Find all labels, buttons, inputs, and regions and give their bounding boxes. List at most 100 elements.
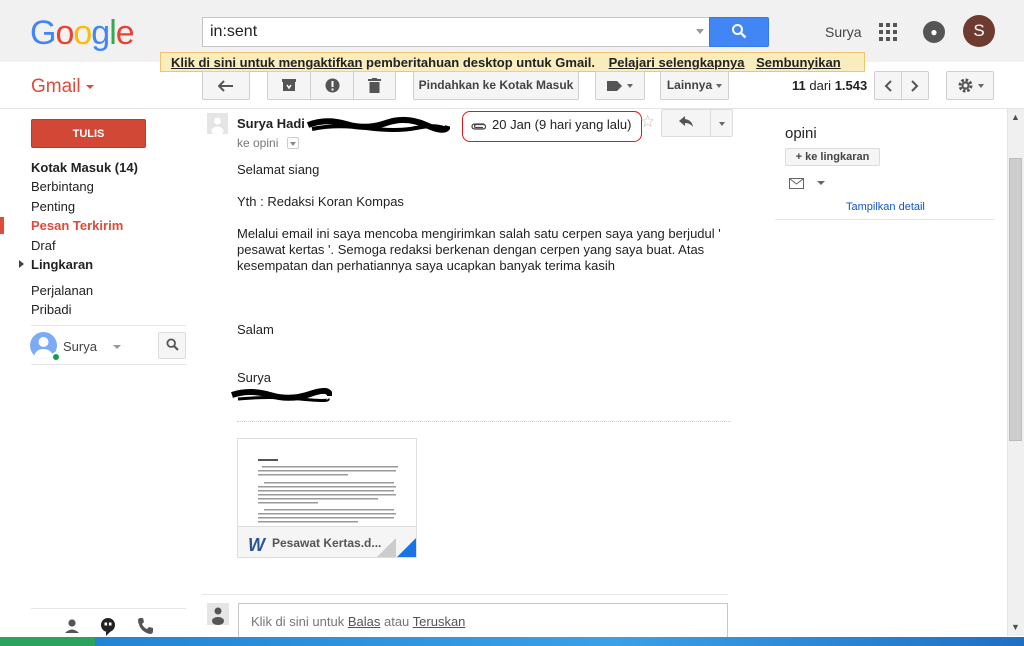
- search-button[interactable]: [709, 17, 769, 47]
- learn-more-link[interactable]: Pelajari selengkapnya: [609, 55, 745, 70]
- compose-button[interactable]: TULIS: [31, 119, 146, 148]
- pager-total: 1.543: [834, 78, 868, 93]
- gmail-switcher[interactable]: Gmail: [31, 76, 81, 98]
- scrollbar-thumb[interactable]: [1009, 158, 1022, 441]
- attachment-blue-corner: [396, 538, 416, 557]
- account-name[interactable]: Surya: [825, 24, 862, 40]
- body-greeting: Selamat siang: [237, 162, 320, 177]
- attachment-footer: W Pesawat Kertas.d...: [238, 526, 416, 557]
- hangout-search-button[interactable]: [158, 332, 186, 359]
- sidebar-item-travel[interactable]: Perjalanan: [31, 283, 93, 298]
- newer-button[interactable]: [874, 71, 902, 100]
- body-signature: Surya: [237, 370, 271, 385]
- pager-current: 11: [792, 78, 806, 93]
- reply-arrow-icon: [678, 115, 693, 127]
- search-box: [202, 17, 710, 47]
- reply-link[interactable]: Balas: [348, 614, 381, 629]
- trash-icon: [368, 78, 381, 94]
- message-date: 20 Jan (9 hari yang lalu): [462, 111, 642, 142]
- search-options-caret-icon[interactable]: [696, 29, 704, 34]
- envelope-icon[interactable]: [789, 178, 804, 189]
- sender-avatar: [207, 113, 228, 136]
- contact-name: opini: [785, 125, 817, 142]
- os-taskbar-start: [0, 637, 95, 646]
- show-details-toggle[interactable]: [287, 137, 299, 149]
- star-icon[interactable]: ☆: [640, 112, 655, 132]
- sidebar-item-drafts[interactable]: Draf: [31, 238, 56, 253]
- reply-prompt-box[interactable]: Klik di sini untuk Balas atau Teruskan: [238, 603, 728, 637]
- pager-of: dari: [809, 78, 832, 93]
- chevron-left-icon: [884, 80, 892, 92]
- search-icon: [732, 23, 747, 38]
- report-spam-icon: [325, 78, 339, 93]
- attachment-card[interactable]: W Pesawat Kertas.d...: [237, 438, 417, 558]
- forward-link[interactable]: Teruskan: [413, 614, 466, 629]
- body-recipient-line: Yth : Redaksi Koran Kompas: [237, 194, 404, 209]
- sidebar-divider: [31, 325, 186, 326]
- delete-button[interactable]: [353, 71, 396, 100]
- sidebar-item-inbox[interactable]: Kotak Masuk (14): [31, 160, 138, 175]
- sidebar-item-personal[interactable]: Pribadi: [31, 302, 71, 317]
- report-spam-button[interactable]: [310, 71, 354, 100]
- hangout-user-name[interactable]: Surya: [63, 339, 97, 354]
- recipients-line: ke opini: [237, 136, 279, 150]
- scroll-down-arrow-icon[interactable]: ▼: [1007, 619, 1024, 636]
- back-arrow-icon: [217, 80, 233, 92]
- recipients-caret-icon: [290, 141, 296, 146]
- sidebar-item-important[interactable]: Penting: [31, 199, 75, 214]
- reply-middle: atau: [380, 614, 413, 629]
- more-label: Lainnya: [666, 78, 713, 92]
- back-button[interactable]: [202, 71, 250, 100]
- reply-more-button[interactable]: [710, 109, 733, 137]
- labels-button[interactable]: [595, 71, 645, 100]
- move-to-inbox-button[interactable]: Pindahkan ke Kotak Masuk: [413, 71, 579, 100]
- hangouts-quote-icon[interactable]: [96, 614, 120, 638]
- reply-avatar: [207, 603, 229, 625]
- attachment-filename: Pesawat Kertas.d...: [272, 536, 382, 550]
- archive-button[interactable]: [267, 71, 311, 100]
- expand-circles-icon[interactable]: [19, 260, 24, 268]
- show-details-link[interactable]: Tampilkan detail: [846, 201, 925, 213]
- pagination-text: 11 dari 1.543: [792, 78, 867, 93]
- toolbar-divider: [0, 108, 1024, 109]
- contacts-person-icon[interactable]: [60, 614, 84, 638]
- reply-more-caret-icon: [718, 121, 725, 126]
- gear-icon: [958, 78, 972, 93]
- body-closing: Salam: [237, 322, 274, 337]
- enable-notifications-link[interactable]: Klik di sini untuk mengaktifkan: [171, 55, 362, 70]
- body-paragraph: Melalui email ini saya mencoba mengirimk…: [237, 226, 721, 273]
- reply-button[interactable]: [661, 109, 711, 137]
- search-input[interactable]: [203, 18, 710, 46]
- more-caret-icon: [716, 83, 723, 88]
- envelope-caret-icon[interactable]: [817, 181, 825, 185]
- scroll-up-arrow-icon[interactable]: ▲: [1007, 109, 1024, 126]
- archive-icon: [282, 79, 296, 92]
- hangout-caret-icon[interactable]: [113, 345, 121, 349]
- os-taskbar: [0, 637, 1024, 646]
- contact-panel-divider: [775, 219, 994, 220]
- notification-message: pemberitahuan desktop untuk Gmail.: [362, 55, 596, 70]
- sidebar-item-circles[interactable]: Lingkaran: [31, 257, 93, 272]
- account-avatar[interactable]: S: [963, 15, 995, 47]
- selected-item-marker: [0, 217, 4, 234]
- phone-icon[interactable]: [133, 614, 157, 638]
- more-actions-button[interactable]: Lainnya: [660, 71, 729, 100]
- quoted-text-divider: [237, 421, 731, 422]
- settings-button[interactable]: [946, 71, 994, 100]
- sidebar-item-starred[interactable]: Berbintang: [31, 179, 94, 194]
- notifications-bell-icon[interactable]: ●: [923, 21, 945, 43]
- gmail-caret-icon[interactable]: [86, 85, 94, 89]
- attachment-preview-thumbnail: [258, 459, 398, 523]
- hide-notification-link[interactable]: Sembunyikan: [756, 55, 841, 70]
- older-button[interactable]: [901, 71, 929, 100]
- add-to-circles-button[interactable]: + ke lingkaran: [785, 148, 880, 166]
- apps-grid-icon[interactable]: [879, 23, 897, 41]
- sidebar-item-sent[interactable]: Pesan Terkirim: [31, 218, 123, 233]
- person-icon: [212, 607, 224, 625]
- word-document-icon: W: [248, 535, 265, 555]
- online-status-dot: [51, 352, 61, 362]
- search-icon: [165, 337, 179, 351]
- google-logo[interactable]: Google: [30, 14, 135, 53]
- sender-name[interactable]: Surya Hadi: [237, 116, 305, 131]
- message-date-text: 20 Jan (9 hari yang lalu): [492, 117, 632, 132]
